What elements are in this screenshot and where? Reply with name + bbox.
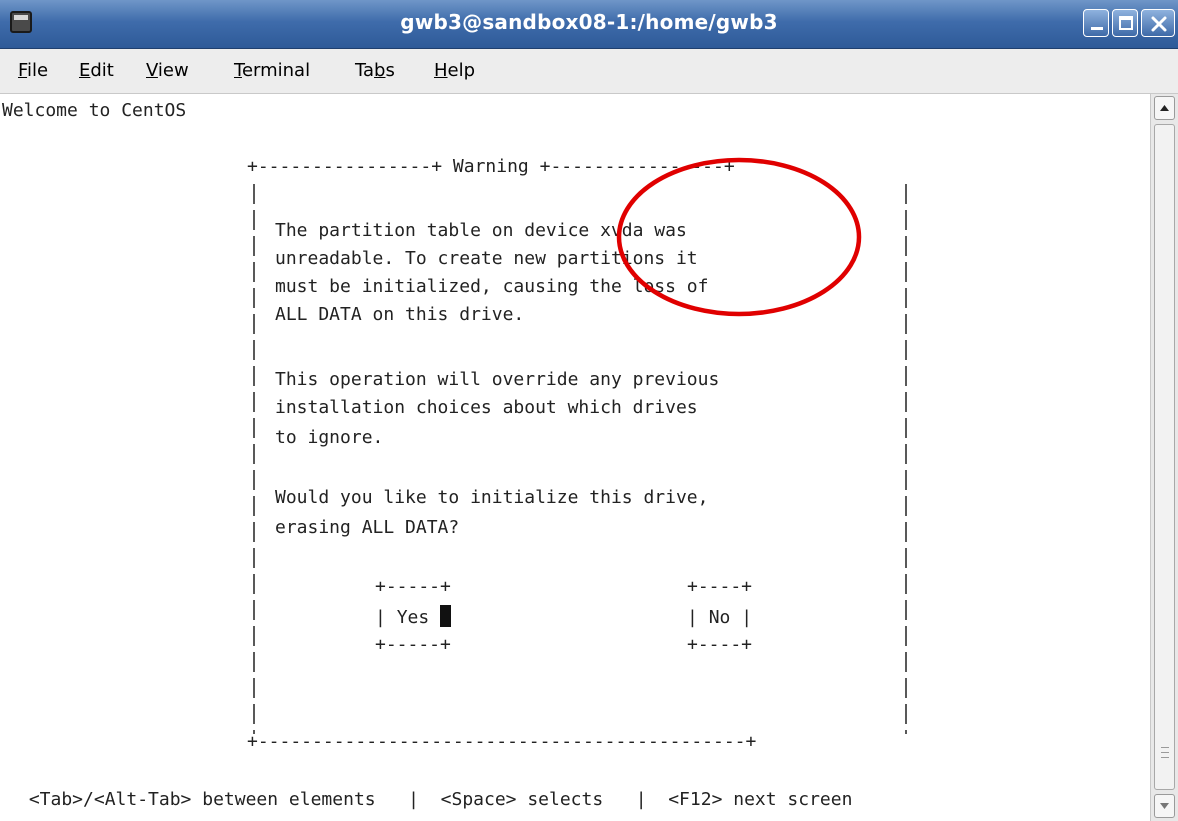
- dialog-message-line: This operation will override any previou…: [275, 369, 720, 390]
- arrow-down-icon: [1160, 803, 1169, 809]
- thumb-grip-line: [1161, 757, 1169, 758]
- thumb-grip-line: [1161, 747, 1169, 748]
- minimize-button[interactable]: [1083, 9, 1109, 37]
- scroll-up-button[interactable]: [1154, 96, 1175, 120]
- no-button-bottom: +----+: [687, 634, 753, 655]
- close-button[interactable]: [1141, 9, 1175, 37]
- no-button-top: +----+: [687, 576, 753, 597]
- status-help-line: <Tab>/<Alt-Tab> between elements | <Spac…: [18, 789, 853, 810]
- dialog-message-line: The partition table on device xvda was: [275, 220, 687, 241]
- scroll-down-button[interactable]: [1154, 794, 1175, 818]
- menu-bar: File Edit View Terminal Tabs Help: [0, 49, 1178, 94]
- dialog-message-line: to ignore.: [275, 427, 384, 448]
- menu-help[interactable]: Help: [434, 60, 475, 81]
- dialog-message-line: Would you like to initialize this drive,: [275, 487, 709, 508]
- dialog-message-line: erasing ALL DATA?: [275, 517, 460, 538]
- menu-terminal[interactable]: Terminal: [234, 60, 310, 81]
- maximize-button[interactable]: [1112, 9, 1138, 37]
- dialog-message-line: ALL DATA on this drive.: [275, 304, 525, 325]
- dialog-message-line: must be initialized, causing the loss of: [275, 276, 709, 297]
- yes-button-top: +-----+: [375, 576, 451, 597]
- dialog-message-line: unreadable. To create new partitions it: [275, 248, 698, 269]
- menu-file[interactable]: File: [18, 60, 48, 81]
- close-icon: [1151, 16, 1167, 32]
- arrow-up-icon: [1160, 105, 1169, 111]
- dialog-frame: [253, 184, 907, 734]
- no-button-label: No: [708, 607, 731, 628]
- terminal-screen[interactable]: Welcome to CentOS +----------------+ War…: [0, 94, 1150, 821]
- minimize-icon: [1091, 27, 1103, 30]
- scrollbar-thumb[interactable]: [1154, 124, 1175, 790]
- vertical-scrollbar[interactable]: [1150, 94, 1178, 821]
- thumb-grip-line: [1161, 752, 1169, 753]
- menu-view[interactable]: View: [146, 60, 189, 81]
- maximize-icon: [1119, 16, 1133, 30]
- window-titlebar[interactable]: gwb3@sandbox08-1:/home/gwb3: [0, 0, 1178, 49]
- window-title: gwb3@sandbox08-1:/home/gwb3: [400, 10, 778, 34]
- yes-button-label: Yes: [396, 607, 430, 628]
- yes-button-row: | Yes: [375, 605, 452, 631]
- menu-edit[interactable]: Edit: [79, 60, 114, 81]
- menu-tabs[interactable]: Tabs: [355, 60, 395, 81]
- no-button-row: | No |: [687, 607, 753, 628]
- dialog-message-line: installation choices about which drives: [275, 397, 698, 418]
- text-cursor: [440, 605, 452, 627]
- dialog-bottom-border: +---------------------------------------…: [247, 731, 757, 752]
- yes-button-bottom: +-----+: [375, 634, 451, 655]
